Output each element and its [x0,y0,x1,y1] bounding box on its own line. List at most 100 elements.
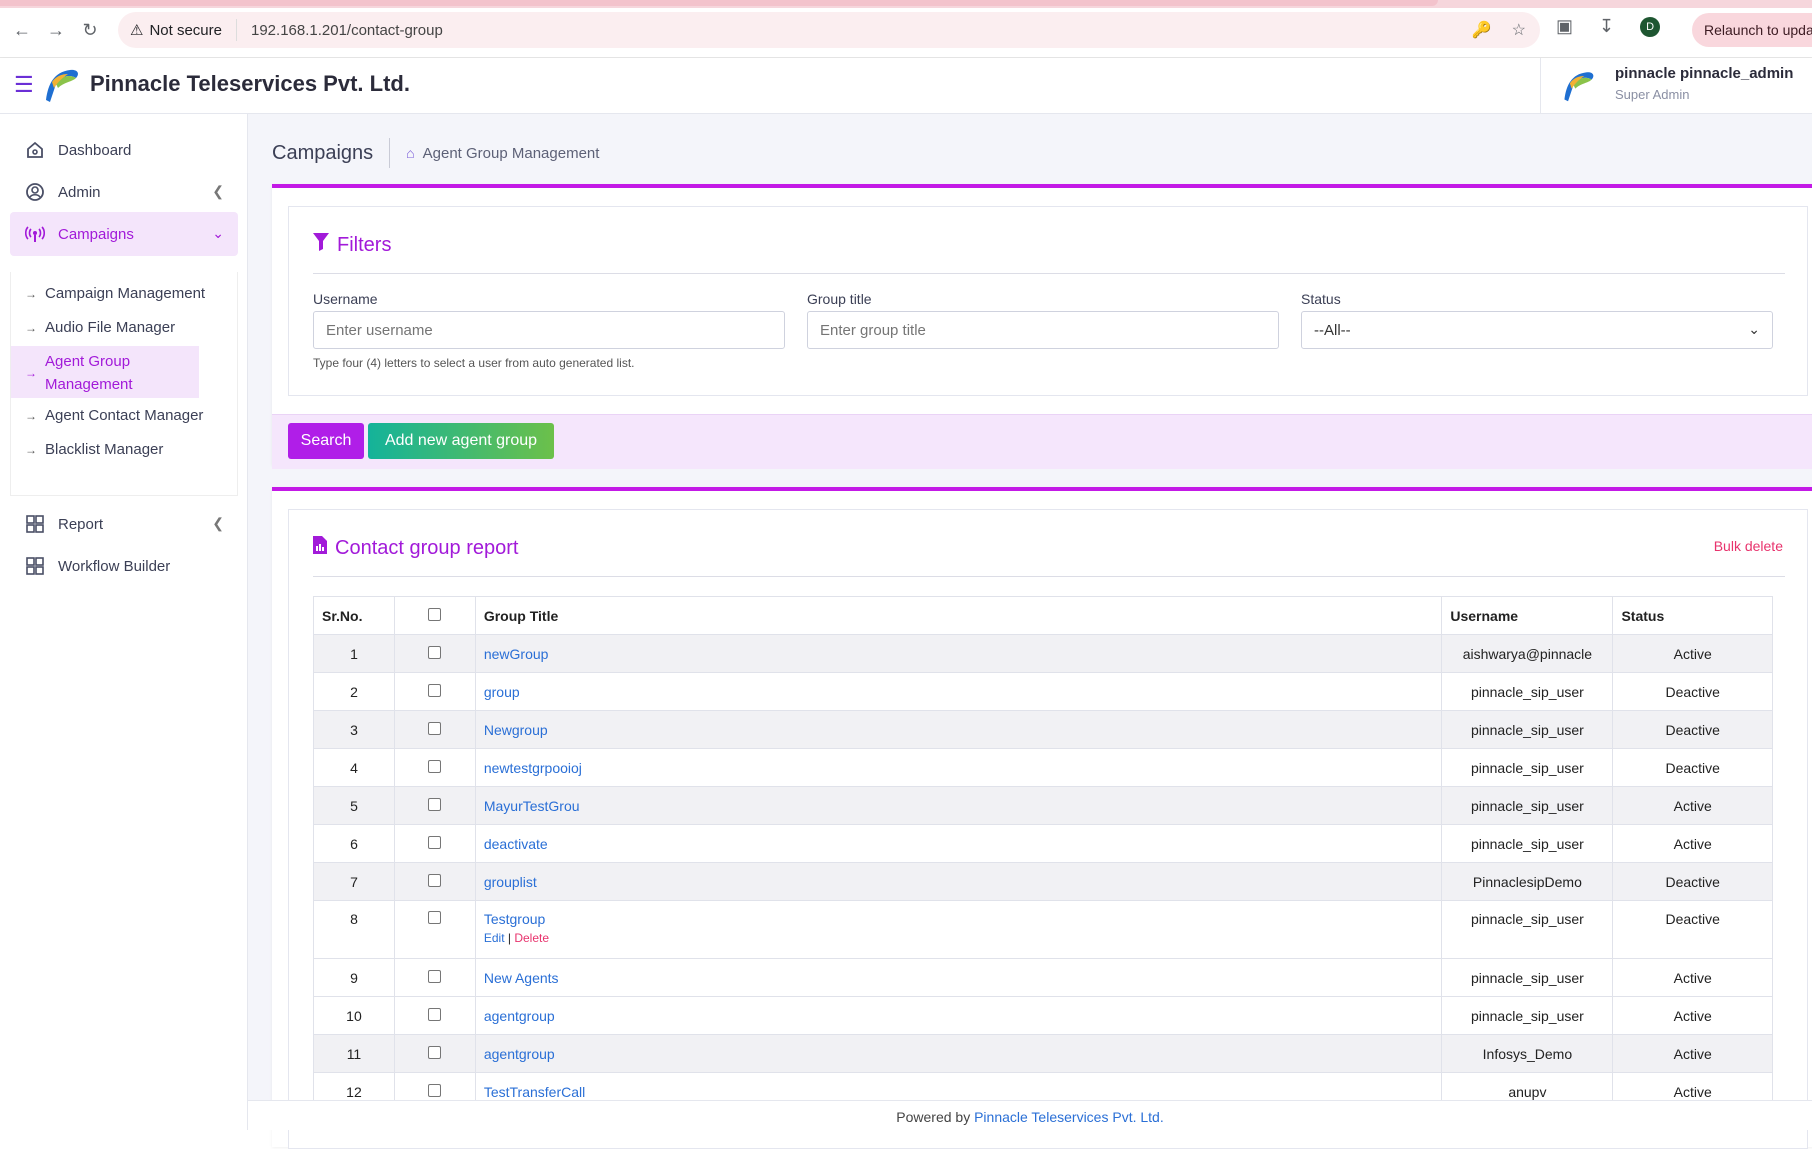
row-checkbox[interactable] [428,1083,442,1097]
sidebar-item-audio-file-manager[interactable]: → Audio File Manager [11,316,237,340]
group-title-link[interactable]: deactivate [474,824,1443,863]
profile-avatar[interactable]: D [1640,16,1661,37]
breadcrumb: ⌂ Agent Group Management [390,145,599,162]
cell-select [393,900,476,959]
delete-link[interactable]: Delete [514,931,549,945]
sidebar-item-campaign-management[interactable]: → Campaign Management [11,282,237,306]
reload-icon[interactable]: ↻ [76,16,104,44]
user-role: Super Admin [1615,87,1690,102]
arrow-right-icon: → [25,321,37,335]
url-text[interactable]: 192.168.1.201/contact-group [237,22,443,39]
row-checkbox[interactable] [428,797,442,811]
relaunch-button[interactable]: Relaunch to update [1692,13,1812,47]
sidebar-item-report[interactable]: Report ❮ [10,502,238,546]
sidebar-item-workflow-builder[interactable]: Workflow Builder [10,544,238,588]
row-checkbox[interactable] [428,683,442,697]
group-title-link[interactable]: newtestgrpooioj [474,748,1443,787]
username-input[interactable] [313,311,785,349]
group-title-link[interactable]: Testgroup [484,911,1434,927]
sidebar-item-label: Campaigns [58,225,134,243]
cell-username: pinnacle_sip_user [1441,996,1614,1035]
username-label: Username [313,291,378,307]
select-all-checkbox[interactable] [428,607,442,621]
group-title-input[interactable] [807,311,1279,349]
star-icon[interactable]: ☆ [1512,20,1526,40]
status-label: Status [1301,291,1341,307]
sidebar-item-label: Report [58,515,104,533]
table-row: 3 Newgroup pinnacle_sip_user Deactive [313,710,1773,749]
cell-status: Deactive [1612,710,1773,749]
row-checkbox[interactable] [428,835,442,849]
sidebar-item-agent-group-management[interactable]: → Agent Group Management [11,346,199,398]
main-content: Campaigns ⌂ Agent Group Management Filte… [248,114,1812,1149]
user-avatar [1564,72,1594,102]
download-icon[interactable]: ↧ [1599,16,1614,37]
footer-company-link[interactable]: Pinnacle Teleservices Pvt. Ltd. [974,1109,1164,1125]
action-separator: | [507,931,511,945]
row-checkbox[interactable] [428,721,442,735]
filters-panel: Filters Username Group title Status --Al… [288,206,1808,396]
row-checkbox[interactable] [428,873,442,887]
cell-username: pinnacle_sip_user [1441,748,1614,787]
user-menu[interactable]: pinnacle pinnacle_admin Super Admin [1540,58,1812,114]
edit-link[interactable]: Edit [484,931,505,945]
group-title-link[interactable]: Newgroup [474,710,1443,749]
chevron-down-icon: ⌄ [212,225,224,241]
status-select[interactable]: --All-- ⌄ [1301,311,1773,349]
cell-select [393,672,476,711]
group-title-link[interactable]: newGroup [474,634,1443,673]
bulk-delete-link[interactable]: Bulk delete [1714,538,1783,554]
back-icon[interactable]: ← [8,16,36,44]
home-icon[interactable]: ⌂ [406,145,414,161]
security-label: Not secure [149,21,222,39]
cell-status: Active [1612,958,1773,997]
row-checkbox[interactable] [428,1007,442,1021]
sidebar-item-dashboard[interactable]: Dashboard [10,128,238,172]
cell-srno: 10 [313,996,395,1035]
cell-username: pinnacle_sip_user [1441,710,1614,749]
group-title-link[interactable]: MayurTestGrou [474,786,1443,825]
col-group-title: Group Title [474,596,1443,635]
security-indicator[interactable]: ⚠ Not secure [118,19,237,41]
row-checkbox[interactable] [428,645,442,659]
search-button[interactable]: Search [288,423,364,459]
cell-username: pinnacle_sip_user [1441,786,1614,825]
cell-select [393,634,476,673]
group-title-link[interactable]: group [474,672,1443,711]
username-hint: Type four (4) letters to select a user f… [313,356,635,370]
cell-status: Deactive [1612,748,1773,787]
sidebar-item-blacklist-manager[interactable]: → Blacklist Manager [11,438,237,462]
sidebar-item-admin[interactable]: Admin ❮ [10,170,238,214]
col-status: Status [1612,596,1773,635]
group-title-link[interactable]: grouplist [474,862,1443,901]
group-title-link[interactable]: New Agents [474,958,1443,997]
cell-status: Active [1612,786,1773,825]
row-checkbox[interactable] [428,759,442,773]
brand-name: Pinnacle Teleservices Pvt. Ltd. [90,71,410,96]
menu-icon[interactable]: ☰ [14,72,34,98]
row-checkbox[interactable] [428,1045,442,1059]
row-checkbox[interactable] [428,911,442,924]
key-icon[interactable]: 🔑 [1472,20,1492,40]
address-bar[interactable]: ⚠ Not secure 192.168.1.201/contact-group… [118,12,1540,48]
group-title-link[interactable]: agentgroup [474,1034,1443,1073]
cell-status: Active [1612,1034,1773,1073]
sidebar-item-campaigns[interactable]: Campaigns ⌄ [10,212,238,256]
cell-srno: 3 [313,710,395,749]
sidebar-item-agent-contact-manager[interactable]: → Agent Contact Manager [11,404,237,428]
campaigns-submenu: → Campaign Management → Audio File Manag… [10,272,238,496]
row-checkbox[interactable] [428,969,442,983]
arrow-right-icon: → [25,409,37,423]
group-title-link[interactable]: agentgroup [474,996,1443,1035]
cell-username: pinnacle_sip_user [1441,672,1614,711]
extensions-icon[interactable]: ▣ [1556,16,1573,37]
cell-srno: 4 [313,748,395,787]
footer-prefix: Powered by [896,1109,971,1125]
add-agent-group-button[interactable]: Add new agent group [368,423,554,459]
sub-item-label: Agent Group Management [45,353,133,393]
forward-icon[interactable]: → [42,16,70,44]
filter-icon [313,233,329,257]
cell-status: Deactive [1612,862,1773,901]
cell-status: Deactive [1612,900,1773,959]
chevron-left-icon: ❮ [212,515,224,531]
